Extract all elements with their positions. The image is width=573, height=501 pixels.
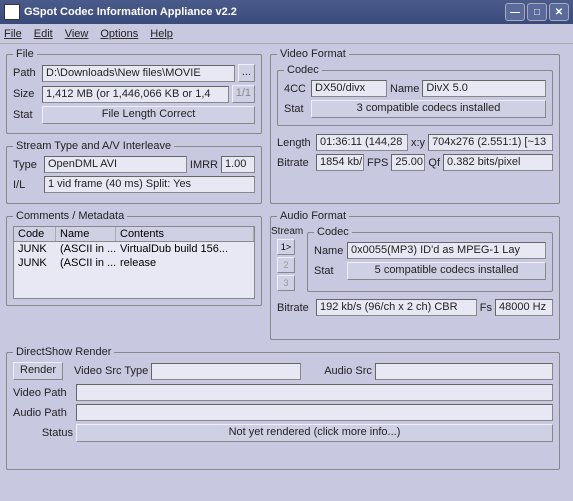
table-row[interactable]: JUNK (ASCII in ... release [14, 256, 254, 270]
audio-stat-label: Stat [314, 265, 344, 277]
vpath-label: Video Path [13, 387, 73, 399]
comments-table[interactable]: Code Name Contents JUNK (ASCII in ... Vi… [13, 226, 255, 299]
menu-options[interactable]: Options [100, 28, 138, 40]
table-row[interactable]: JUNK (ASCII in ... VirtualDub build 156.… [14, 242, 254, 256]
col-contents[interactable]: Contents [116, 227, 254, 241]
content-area: File Path D:\Downloads\New files\MOVIE .… [0, 44, 573, 501]
length-label: Length [277, 137, 313, 149]
xy-field: 704x276 (2.551:1) [~13 [428, 134, 553, 151]
col-name[interactable]: Name [56, 227, 116, 241]
qf-field: 0.382 bits/pixel [443, 154, 553, 171]
app-icon [4, 4, 20, 20]
stream-legend: Stream Type and A/V Interleave [13, 140, 174, 152]
video-bitrate-field: 1854 kb/ [316, 154, 364, 171]
comments-legend: Comments / Metadata [13, 210, 127, 222]
size-field: 1,412 MB (or 1,446,066 KB or 1,4 [42, 86, 229, 103]
qf-label: Qf [428, 157, 440, 169]
status-label: Status [13, 427, 73, 439]
menu-view[interactable]: View [65, 28, 89, 40]
vpath-field [76, 384, 553, 401]
il-label: I/L [13, 179, 41, 191]
titlebar: GSpot Codec Information Appliance v2.2 —… [0, 0, 573, 24]
il-field: 1 vid frame (40 ms) Split: Yes [44, 176, 255, 193]
file-legend: File [13, 48, 37, 60]
audio-name-label: Name [314, 245, 344, 257]
path-label: Path [13, 67, 39, 79]
menu-help[interactable]: Help [150, 28, 173, 40]
table-header: Code Name Contents [14, 227, 254, 242]
frac-button[interactable]: 1/1 [232, 85, 255, 103]
fs-field: 48000 Hz [495, 299, 553, 316]
status-button[interactable]: Not yet rendered (click more info...) [76, 424, 553, 442]
video-bitrate-label: Bitrate [277, 157, 313, 169]
apath-label: Audio Path [13, 407, 73, 419]
vst-field [151, 363, 301, 380]
video-legend: Video Format [277, 48, 349, 60]
stream-1-button[interactable]: 1> [277, 239, 295, 255]
fps-field: 25.00 [391, 154, 425, 171]
audio-name-field: 0x0055(MP3) ID'd as MPEG-1 Lay [347, 242, 546, 259]
xy-label: x:y [411, 137, 425, 149]
audio-legend: Audio Format [277, 210, 349, 222]
imrr-field: 1.00 [221, 156, 255, 173]
video-stat-button[interactable]: 3 compatible codecs installed [311, 100, 546, 118]
video-name-label: Name [390, 83, 419, 95]
asrc-label: Audio Src [324, 365, 372, 377]
stream-3-button: 3 [277, 275, 295, 291]
menu-edit[interactable]: Edit [34, 28, 53, 40]
video-name-field: DivX 5.0 [422, 80, 546, 97]
stream-2-button: 2 [277, 257, 295, 273]
audio-bitrate-label: Bitrate [277, 302, 313, 314]
vst-label: Video Src Type [74, 365, 148, 377]
stream-group: Stream Type and A/V Interleave Type Open… [6, 140, 262, 204]
file-group: File Path D:\Downloads\New files\MOVIE .… [6, 48, 262, 134]
stream-label: Stream [271, 226, 303, 237]
window-title: GSpot Codec Information Appliance v2.2 [24, 6, 503, 18]
video-group: Video Format Codec 4CC DX50/divx Name Di… [270, 48, 560, 204]
maximize-button[interactable]: □ [527, 3, 547, 21]
fourcc-field: DX50/divx [311, 80, 387, 97]
close-button[interactable]: ✕ [549, 3, 569, 21]
imrr-label: IMRR [190, 159, 218, 171]
file-stat-button[interactable]: File Length Correct [42, 106, 255, 124]
apath-field [76, 404, 553, 421]
audio-group: Audio Format Stream 1> 2 3 Codec Name 0x… [270, 210, 560, 340]
render-legend: DirectShow Render [13, 346, 114, 358]
menubar: File Edit View Options Help [0, 24, 573, 44]
fourcc-label: 4CC [284, 83, 308, 95]
menu-file[interactable]: File [4, 28, 22, 40]
fs-label: Fs [480, 302, 492, 314]
asrc-field [375, 363, 553, 380]
size-label: Size [13, 88, 39, 100]
video-codec-legend: Codec [284, 64, 322, 76]
audio-codec-legend: Codec [314, 226, 352, 238]
render-button[interactable]: Render [13, 362, 63, 380]
minimize-button[interactable]: — [505, 3, 525, 21]
audio-stat-button[interactable]: 5 compatible codecs installed [347, 262, 546, 280]
browse-button[interactable]: ... [238, 64, 255, 82]
type-field: OpenDML AVI [44, 156, 187, 173]
render-group: DirectShow Render Render Video Src Type … [6, 346, 560, 470]
fps-label: FPS [367, 157, 388, 169]
audio-bitrate-field: 192 kb/s (96/ch x 2 ch) CBR [316, 299, 477, 316]
video-stat-label: Stat [284, 103, 308, 115]
comments-group: Comments / Metadata Code Name Contents J… [6, 210, 262, 306]
path-field[interactable]: D:\Downloads\New files\MOVIE [42, 65, 235, 82]
type-label: Type [13, 159, 41, 171]
audio-codec-group: Codec Name 0x0055(MP3) ID'd as MPEG-1 La… [307, 226, 553, 292]
file-stat-label: Stat [13, 109, 39, 121]
col-code[interactable]: Code [14, 227, 56, 241]
length-field: 01:36:11 (144,28 [316, 134, 408, 151]
table-body: JUNK (ASCII in ... VirtualDub build 156.… [14, 242, 254, 298]
video-codec-group: Codec 4CC DX50/divx Name DivX 5.0 Stat 3… [277, 64, 553, 126]
